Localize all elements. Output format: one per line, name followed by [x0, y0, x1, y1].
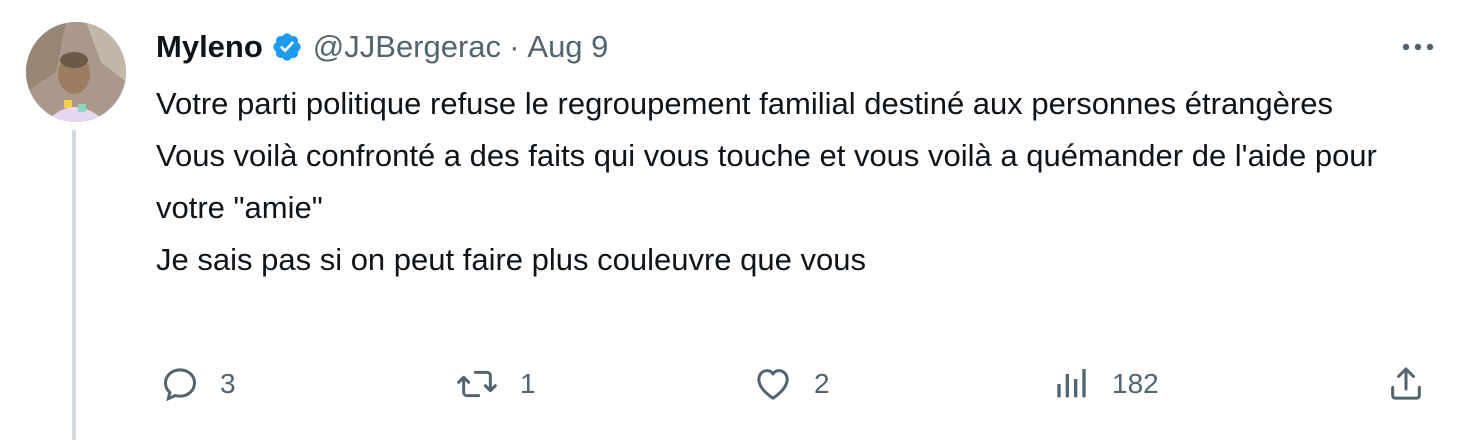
separator-dot: · [509, 29, 520, 64]
share-icon [1386, 364, 1426, 404]
retweet-button[interactable]: 1 [454, 358, 536, 410]
reply-count: 3 [220, 368, 236, 399]
tweet-date[interactable]: Aug 9 [527, 29, 608, 65]
tweet[interactable]: Myleno @JJBergerac · Aug 9 Votre parti p… [0, 0, 1468, 440]
tweet-actions: 3 1 2 182 [156, 358, 1438, 410]
like-button[interactable]: 2 [752, 358, 830, 410]
avatar[interactable] [26, 22, 126, 122]
analytics-icon [1052, 364, 1092, 404]
user-handle[interactable]: @JJBergerac [313, 29, 501, 65]
retweet-count: 1 [520, 368, 536, 399]
views-button[interactable]: 182 [1052, 358, 1159, 410]
share-button[interactable] [1386, 358, 1426, 410]
reply-button[interactable]: 3 [160, 358, 236, 410]
tweet-text: Votre parti politique refuse le regroupe… [156, 86, 1377, 277]
views-count: 182 [1112, 368, 1159, 399]
avatar-column [26, 22, 126, 122]
thread-line [72, 130, 76, 440]
display-name[interactable]: Myleno [156, 29, 263, 65]
retweet-icon [454, 364, 500, 404]
reply-icon [160, 364, 200, 404]
more-horizontal-icon[interactable] [1398, 32, 1438, 62]
avatar-photo [26, 22, 126, 122]
tweet-header: Myleno @JJBergerac · Aug 9 [156, 22, 1438, 72]
tweet-content: Myleno @JJBergerac · Aug 9 Votre parti p… [156, 22, 1438, 286]
like-count: 2 [814, 368, 830, 399]
heart-icon [752, 364, 794, 404]
verified-badge-icon[interactable] [271, 31, 303, 63]
